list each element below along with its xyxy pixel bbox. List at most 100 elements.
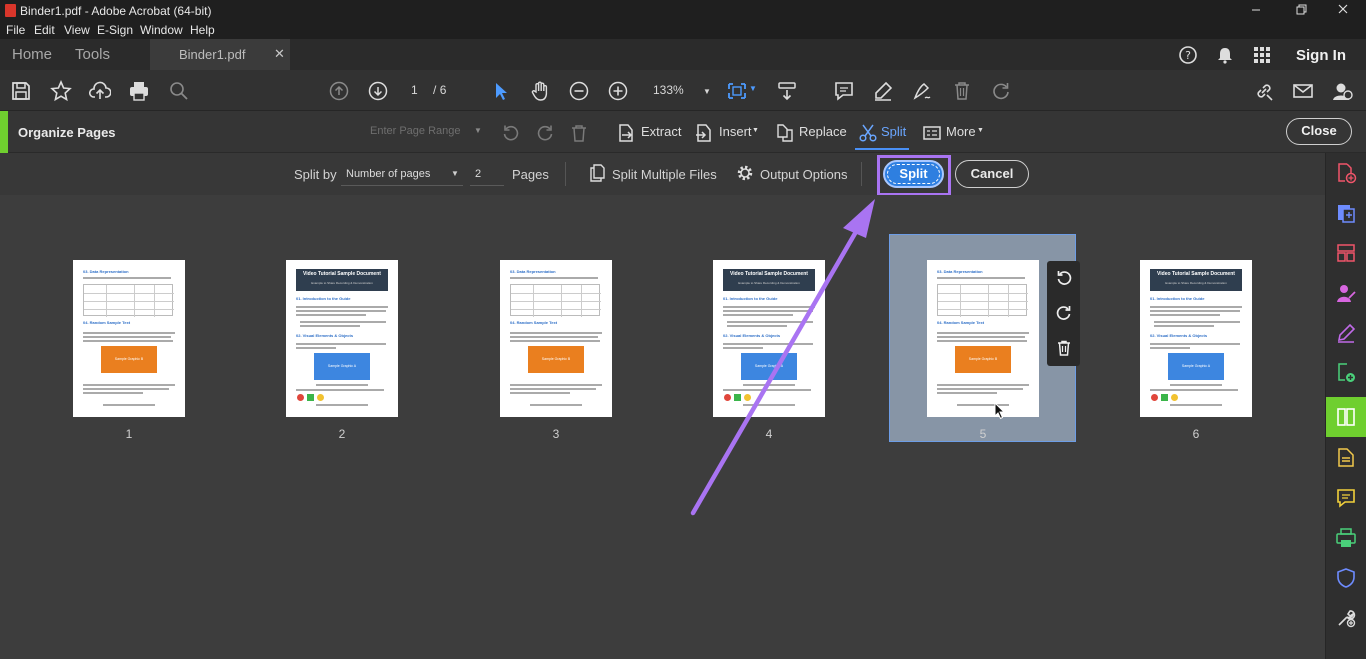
highlight-icon[interactable]: [872, 80, 894, 102]
email-icon[interactable]: [1292, 80, 1314, 102]
upload-icon[interactable]: [89, 80, 111, 102]
close-tab-icon[interactable]: ✕: [274, 46, 285, 62]
menu-file[interactable]: File: [6, 23, 25, 37]
zoom-in-icon[interactable]: [607, 80, 629, 102]
insert-icon[interactable]: [694, 123, 714, 143]
rotate-page-right-icon[interactable]: [1055, 304, 1073, 322]
thumb-graphic-caption: Sample Graphic B: [541, 357, 571, 361]
split-by-dropdown[interactable]: Number of pages ▼: [341, 162, 463, 186]
create-pdf-icon[interactable]: [1335, 202, 1357, 224]
page-thumbnail[interactable]: Video Tutorial Sample Document Example t…: [286, 260, 398, 417]
split-tool-button[interactable]: Split: [881, 124, 906, 139]
select-icon[interactable]: [490, 80, 512, 102]
page-thumbnail[interactable]: Video Tutorial Sample Document Example t…: [1140, 260, 1252, 417]
more-tools-icon[interactable]: [1335, 607, 1357, 629]
fit-dropdown-icon[interactable]: ▼: [749, 84, 757, 93]
export-pdf-icon[interactable]: [1335, 162, 1357, 184]
rotate-left-icon[interactable]: [501, 123, 521, 143]
edit-pdf-icon[interactable]: [1335, 242, 1357, 264]
main-toolbar: 1 / 6 133% ▼ ▼: [0, 70, 1366, 111]
prev-page-icon[interactable]: [328, 80, 350, 102]
menu-window[interactable]: Window: [140, 23, 183, 37]
organize-pages-title: Organize Pages: [18, 125, 116, 140]
split-multiple-files-button[interactable]: Split Multiple Files: [612, 167, 717, 182]
organize-pages-icon[interactable]: [1335, 406, 1357, 428]
page-thumbnail[interactable]: 03. Data Representation 04. Random Sampl…: [73, 260, 185, 417]
split-multiple-files-icon[interactable]: [588, 163, 608, 183]
tab-home[interactable]: Home: [12, 46, 52, 63]
menu-edit[interactable]: Edit: [34, 23, 55, 37]
request-signature-icon[interactable]: [1335, 282, 1357, 304]
redo-icon[interactable]: [990, 80, 1012, 102]
tab-document[interactable]: Binder1.pdf ✕: [150, 39, 290, 70]
gear-icon[interactable]: [735, 163, 755, 183]
page-indicator: 1 / 6: [411, 83, 446, 97]
page-total: / 6: [433, 83, 447, 97]
extract-button[interactable]: Extract: [641, 124, 681, 139]
thumb-doc-subtitle: Example to Share Recording & Demonstrati…: [1165, 281, 1227, 285]
rotate-right-icon[interactable]: [535, 123, 555, 143]
restore-icon[interactable]: [1291, 2, 1311, 18]
menu-view[interactable]: View: [64, 23, 90, 37]
sign-icon[interactable]: [911, 80, 933, 102]
print-production-icon[interactable]: [1335, 527, 1357, 549]
comment-icon[interactable]: [833, 80, 855, 102]
notifications-icon[interactable]: [1215, 45, 1235, 65]
sign-in-link[interactable]: Sign In: [1296, 47, 1346, 64]
scroll-icon[interactable]: [776, 80, 798, 102]
delete-pages-icon[interactable]: [569, 123, 589, 143]
replace-icon[interactable]: [775, 123, 795, 143]
scan-ocr-icon[interactable]: [1335, 447, 1357, 469]
pages-count-input[interactable]: 2: [470, 162, 504, 186]
next-page-icon[interactable]: [367, 80, 389, 102]
save-icon[interactable]: [10, 80, 32, 102]
thumb-graphic-caption: Sample Graphic A: [754, 364, 784, 368]
print-icon[interactable]: [128, 80, 150, 102]
split-button[interactable]: Split: [883, 160, 944, 188]
help-icon[interactable]: ?: [1178, 45, 1198, 65]
protect-icon[interactable]: [1335, 567, 1357, 589]
organize-pages-bar: Organize Pages Enter Page Range ▼ Extrac…: [0, 111, 1366, 153]
page-number-input[interactable]: 1: [411, 83, 418, 97]
output-options-button[interactable]: Output Options: [760, 167, 847, 182]
close-organize-button[interactable]: Close: [1286, 118, 1352, 145]
scissors-icon[interactable]: [858, 123, 878, 143]
page-thumbnail[interactable]: Video Tutorial Sample Document Example t…: [713, 260, 825, 417]
thumb-table: [937, 284, 1028, 317]
menu-e-sign[interactable]: E-Sign: [97, 23, 133, 37]
tab-tools[interactable]: Tools: [75, 46, 110, 63]
extract-icon[interactable]: [616, 123, 636, 143]
account-icon[interactable]: [1331, 80, 1353, 102]
zoom-out-icon[interactable]: [568, 80, 590, 102]
more-icon[interactable]: [922, 123, 942, 143]
zoom-select[interactable]: 133% ▼: [653, 83, 711, 97]
page-number-label: 5: [979, 427, 987, 441]
page-thumbnail-selected[interactable]: 03. Data Representation 04. Random Sampl…: [927, 260, 1039, 417]
link-icon[interactable]: [1253, 80, 1275, 102]
comment-tool-icon[interactable]: [1335, 487, 1357, 509]
cancel-button[interactable]: Cancel: [955, 160, 1029, 188]
minimize-icon[interactable]: [1246, 2, 1266, 18]
insert-button[interactable]: Insert: [719, 124, 752, 139]
thumb-section-heading: 03. Data Representation: [83, 269, 129, 274]
more-button[interactable]: More: [946, 124, 976, 139]
hand-icon[interactable]: [529, 80, 551, 102]
page-range-select[interactable]: Enter Page Range ▼: [364, 119, 488, 143]
menu-help[interactable]: Help: [190, 23, 215, 37]
delete-page-icon[interactable]: [1055, 339, 1073, 357]
apps-grid-icon[interactable]: [1252, 45, 1272, 65]
thumb-section-heading: 04. Random Sample Text: [510, 320, 558, 325]
delete-icon[interactable]: [951, 80, 973, 102]
close-window-icon[interactable]: [1333, 2, 1353, 18]
page-thumbnail[interactable]: 03. Data Representation 04. Random Sampl…: [500, 260, 612, 417]
thumb-graphic-caption: Sample Graphic B: [968, 357, 998, 361]
rotate-page-left-icon[interactable]: [1055, 269, 1073, 287]
combine-files-icon[interactable]: [1335, 362, 1357, 384]
fill-sign-icon[interactable]: [1335, 322, 1357, 344]
search-icon[interactable]: [168, 80, 190, 102]
replace-button[interactable]: Replace: [799, 124, 847, 139]
star-icon[interactable]: [50, 80, 72, 102]
thumb-section-heading: 03. Data Representation: [510, 269, 556, 274]
fit-page-icon[interactable]: [726, 80, 748, 102]
thumb-doc-title: Video Tutorial Sample Document: [303, 271, 381, 277]
